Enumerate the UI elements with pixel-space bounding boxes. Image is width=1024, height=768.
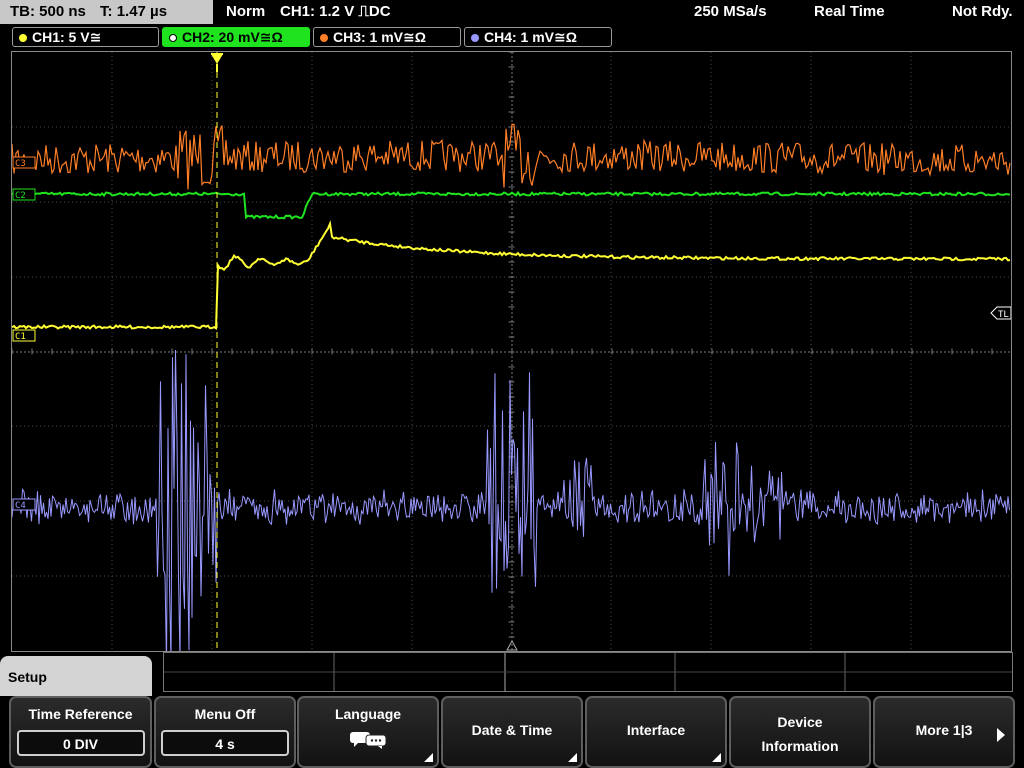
device-information-softkey[interactable]: Device Information bbox=[729, 696, 871, 768]
timebase-readout[interactable]: TB: 500 ns T: 1.47 µs bbox=[0, 0, 213, 24]
trigger-mode[interactable]: Norm bbox=[226, 0, 265, 24]
channel-tab-ch4[interactable]: CH4: 1 mV≅Ω bbox=[464, 27, 612, 47]
status-bar: TB: 500 ns T: 1.47 µs Norm CH1: 1.2 V ⎍D… bbox=[0, 0, 1024, 26]
time-reference-value[interactable]: 0 DIV bbox=[16, 730, 145, 756]
time-reference-label: Time Reference bbox=[28, 706, 133, 722]
submenu-corner-icon bbox=[424, 753, 433, 762]
timebase-value: TB: 500 ns bbox=[10, 3, 86, 20]
ch4-offset-marker[interactable]: C4 bbox=[12, 498, 36, 511]
ch1-marker-label: C1 bbox=[15, 332, 26, 342]
speech-bubbles-icon bbox=[348, 730, 388, 750]
menu-off-softkey[interactable]: Menu Off 4 s bbox=[154, 696, 296, 768]
trigger-info[interactable]: CH1: 1.2 V ⎍DC bbox=[280, 0, 391, 24]
acquisition-state: Not Rdy. bbox=[952, 3, 1013, 20]
device-information-label: Device Information bbox=[731, 710, 869, 758]
date-time-label: Date & Time bbox=[471, 722, 553, 738]
channel-tab-ch2[interactable]: CH2: 20 mV≅Ω bbox=[162, 27, 310, 47]
chevron-right-icon bbox=[997, 728, 1005, 742]
menu-title: Setup bbox=[0, 656, 152, 696]
channel-tab-ch1[interactable]: CH1: 5 V≅ bbox=[12, 27, 159, 47]
trigger-level-label: TL bbox=[998, 310, 1009, 320]
ch2-marker-label: C2 bbox=[15, 191, 26, 201]
ch3-marker-label: C3 bbox=[15, 159, 26, 169]
sample-rate: 250 MSa/s bbox=[694, 3, 767, 20]
submenu-corner-icon bbox=[568, 753, 577, 762]
zoom-overview-strip bbox=[163, 652, 1013, 692]
ch1-trace bbox=[12, 219, 1011, 331]
ch4-trace bbox=[12, 349, 1010, 651]
ch3-label: CH3: 1 mV≅Ω bbox=[333, 29, 426, 45]
menu-off-value[interactable]: 4 s bbox=[161, 730, 289, 756]
acquisition-mode: Real Time bbox=[814, 3, 885, 20]
trigger-position-icon[interactable] bbox=[211, 54, 223, 64]
time-reference-softkey[interactable]: Time Reference 0 DIV bbox=[9, 696, 152, 768]
ch4-color-dot-icon bbox=[471, 34, 479, 42]
language-softkey[interactable]: Language bbox=[297, 696, 439, 768]
more-softkey[interactable]: More 1|3 bbox=[873, 696, 1015, 768]
date-time-softkey[interactable]: Date & Time bbox=[441, 696, 583, 768]
ch3-offset-marker[interactable]: C3 bbox=[12, 156, 36, 169]
ch1-offset-marker[interactable]: C1 bbox=[12, 329, 36, 342]
interface-label: Interface bbox=[626, 722, 686, 738]
waveform-canvas[interactable]: TL C3 C2 C1 C4 bbox=[12, 52, 1011, 651]
ch4-label: CH4: 1 mV≅Ω bbox=[484, 29, 577, 45]
overview-grid bbox=[164, 653, 1012, 691]
channel-tab-ch3[interactable]: CH3: 1 mV≅Ω bbox=[313, 27, 461, 47]
device-label-line2: Information bbox=[761, 738, 839, 754]
ch1-label: CH1: 5 V≅ bbox=[32, 29, 102, 45]
waveform-display[interactable]: TL C3 C2 C1 C4 bbox=[11, 51, 1012, 652]
ch1-color-dot-icon bbox=[19, 34, 27, 42]
more-label: More 1|3 bbox=[915, 722, 973, 738]
ch2-color-dot-icon bbox=[169, 34, 177, 42]
language-label: Language bbox=[334, 706, 402, 722]
interface-softkey[interactable]: Interface bbox=[585, 696, 727, 768]
ch4-marker-label: C4 bbox=[15, 501, 26, 511]
ch2-trace bbox=[12, 190, 1011, 220]
ch2-label: CH2: 20 mV≅Ω bbox=[182, 29, 283, 45]
submenu-corner-icon bbox=[712, 753, 721, 762]
ch2-offset-marker[interactable]: C2 bbox=[12, 188, 36, 201]
trigger-level-marker[interactable]: TL bbox=[990, 306, 1011, 320]
trigger-time-value: T: 1.47 µs bbox=[100, 3, 168, 20]
ch3-color-dot-icon bbox=[320, 34, 328, 42]
device-label-line1: Device bbox=[777, 714, 823, 730]
menu-off-label: Menu Off bbox=[194, 706, 256, 722]
graticule bbox=[12, 52, 1011, 651]
